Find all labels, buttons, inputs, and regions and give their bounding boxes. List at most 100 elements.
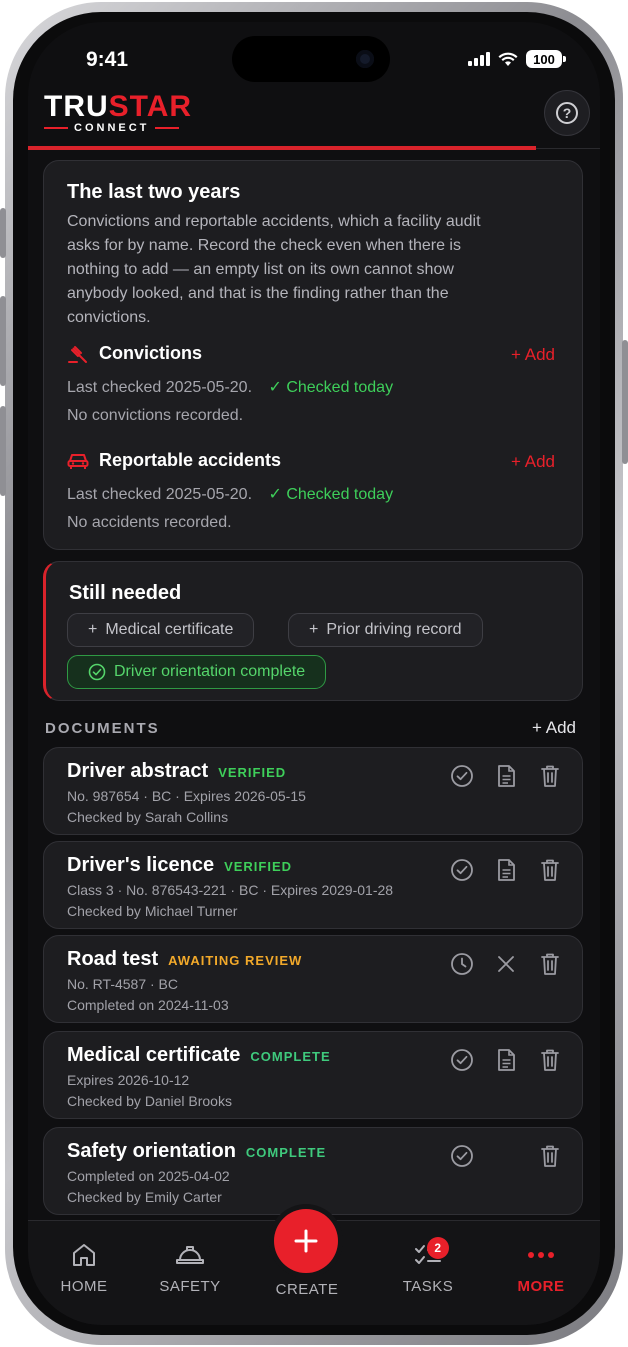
add-accident-link[interactable]: + Add xyxy=(511,452,555,472)
accidents-check-line: Last checked 2025-05-20. ✓ Checked today xyxy=(67,484,393,504)
nav-safety[interactable]: SAFETY xyxy=(145,1239,235,1295)
trash-icon[interactable] xyxy=(538,952,562,976)
logo-text-b: STAR xyxy=(108,90,193,123)
document-actions xyxy=(450,1048,562,1072)
nav-home-label: HOME xyxy=(60,1278,108,1295)
chip-label: Prior driving record xyxy=(326,621,462,638)
document-actions xyxy=(450,764,562,788)
tasks-count-badge: 2 xyxy=(427,1237,449,1259)
verified-check-icon[interactable] xyxy=(450,1144,474,1168)
accidents-checked-today[interactable]: ✓ Checked today xyxy=(268,486,393,503)
document-card-driver-abstract[interactable]: Driver abstract VERIFIED No. 987654 · BC… xyxy=(43,747,583,835)
plus-icon xyxy=(294,1229,318,1253)
document-title: Driver's licence xyxy=(67,854,215,876)
convictions-check-line: Last checked 2025-05-20. ✓ Checked today xyxy=(67,377,393,397)
add-accident-label: Add xyxy=(524,452,555,471)
document-actions xyxy=(450,952,562,976)
wifi-icon xyxy=(498,52,518,66)
camera-icon xyxy=(356,50,374,68)
document-title: Driver abstract xyxy=(67,760,209,782)
signal-icon xyxy=(468,52,490,66)
check-circle-icon xyxy=(88,663,106,681)
status-badge: VERIFIED xyxy=(218,765,287,780)
home-icon xyxy=(73,1244,95,1266)
help-button[interactable]: ? xyxy=(544,90,590,136)
screen: 9:41 100 TRUSTAR CONNECT ? The last two … xyxy=(28,22,600,1325)
dynamic-island xyxy=(232,36,390,82)
chip-prior-driving-record[interactable]: + Prior driving record xyxy=(288,613,483,647)
header-progress-bar xyxy=(28,146,536,150)
document-title: Road test xyxy=(67,948,159,970)
clock-icon[interactable] xyxy=(450,952,474,976)
chip-label: Driver orientation complete xyxy=(114,663,306,680)
last-two-years-card: The last two years Convictions and repor… xyxy=(43,160,583,550)
convictions-header: Convictions xyxy=(67,343,202,364)
chip-medical-certificate[interactable]: + Medical certificate xyxy=(67,613,255,647)
nav-safety-label: SAFETY xyxy=(159,1278,221,1295)
hard-hat-icon xyxy=(176,1246,204,1264)
document-actions xyxy=(450,858,562,882)
nav-more[interactable]: MORE xyxy=(496,1239,586,1295)
checked-today-label: Checked today xyxy=(286,379,394,396)
create-button[interactable] xyxy=(274,1209,338,1273)
bottom-navigation: HOME SAFETY CREATE 2 TASKS MORE xyxy=(28,1209,600,1325)
trash-icon[interactable] xyxy=(538,764,562,788)
add-document-label: Add xyxy=(545,718,576,737)
chip-driver-orientation[interactable]: Driver orientation complete xyxy=(67,655,327,689)
action-button xyxy=(0,208,6,258)
close-icon[interactable] xyxy=(494,952,518,976)
document-completed-on: Completed on 2024-11-03 xyxy=(67,997,229,1013)
document-checked-by: Checked by Michael Turner xyxy=(67,903,238,919)
document-icon[interactable] xyxy=(494,858,518,882)
car-icon xyxy=(67,453,89,469)
verified-check-icon[interactable] xyxy=(450,1048,474,1072)
convictions-label: Convictions xyxy=(99,343,203,363)
document-checked-by: Checked by Emily Carter xyxy=(67,1189,222,1205)
nav-more-label: MORE xyxy=(517,1278,565,1295)
document-details: No. RT-4587 · BC xyxy=(67,976,179,992)
volume-down-button xyxy=(0,406,6,496)
nav-home[interactable]: HOME xyxy=(39,1239,129,1295)
document-title: Safety orientation xyxy=(67,1140,236,1162)
document-actions xyxy=(450,1144,562,1168)
gavel-icon xyxy=(68,345,87,363)
accidents-header: Reportable accidents xyxy=(67,450,281,471)
plus-icon: + xyxy=(88,621,98,638)
convictions-checked-today[interactable]: ✓ Checked today xyxy=(268,379,393,396)
document-icon[interactable] xyxy=(494,764,518,788)
document-title: Medical certificate xyxy=(67,1044,241,1066)
documents-section-label: DOCUMENTS xyxy=(45,720,160,737)
checked-today-label: Checked today xyxy=(286,486,394,503)
document-card-drivers-licence[interactable]: Driver's licence VERIFIED Class 3 · No. … xyxy=(43,841,583,929)
status-badge: COMPLETE xyxy=(245,1145,327,1160)
verified-check-icon[interactable] xyxy=(450,764,474,788)
accidents-label: Reportable accidents xyxy=(99,450,282,470)
add-conviction-link[interactable]: + Add xyxy=(511,345,555,365)
trustar-logo: TRUSTAR CONNECT xyxy=(44,92,214,134)
status-badge: AWAITING REVIEW xyxy=(168,953,303,968)
verified-check-icon[interactable] xyxy=(450,858,474,882)
status-badge: COMPLETE xyxy=(250,1049,331,1064)
document-card-road-test[interactable]: Road test AWAITING REVIEW No. RT-4587 · … xyxy=(43,935,583,1023)
side-button xyxy=(622,340,628,464)
status-indicators: 100 xyxy=(468,50,566,68)
accidents-last-checked: Last checked 2025-05-20. xyxy=(67,486,253,503)
document-card-medical-certificate[interactable]: Medical certificate COMPLETE Expires 202… xyxy=(43,1031,583,1119)
trash-icon[interactable] xyxy=(538,1144,562,1168)
card-description: Convictions and reportable accidents, wh… xyxy=(67,213,481,326)
logo-subtext: CONNECT xyxy=(74,122,150,134)
nav-tasks[interactable]: 2 TASKS xyxy=(383,1237,473,1295)
document-checked-by: Checked by Sarah Collins xyxy=(67,809,229,825)
document-card-safety-orientation[interactable]: Safety orientation COMPLETE Completed on… xyxy=(43,1127,583,1215)
status-badge: VERIFIED xyxy=(224,859,293,874)
trash-icon[interactable] xyxy=(538,1048,562,1072)
add-document-link[interactable]: + Add xyxy=(532,718,576,738)
battery-icon: 100 xyxy=(526,50,566,68)
still-needed-card: Still needed + Medical certificate + Pri… xyxy=(43,561,583,701)
trash-icon[interactable] xyxy=(538,858,562,882)
document-icon[interactable] xyxy=(494,1048,518,1072)
convictions-empty: No convictions recorded. xyxy=(67,407,244,424)
document-details: Class 3 · No. 876543-221 · BC · Expires … xyxy=(67,882,394,898)
convictions-last-checked: Last checked 2025-05-20. xyxy=(67,379,253,396)
help-icon: ? xyxy=(556,102,578,124)
